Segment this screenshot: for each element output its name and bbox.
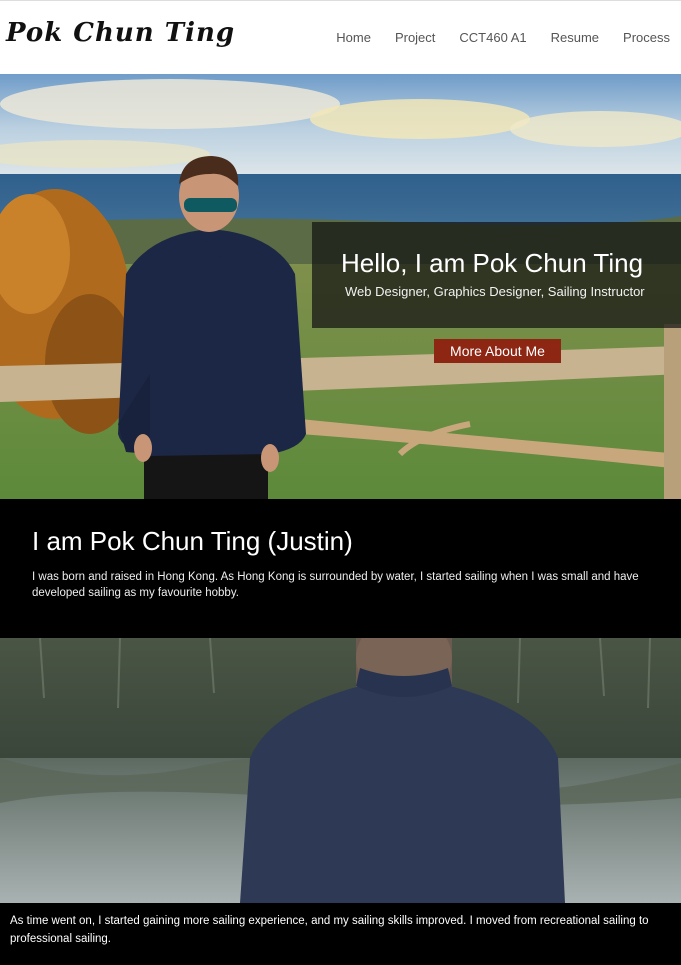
portrait-photo [0,638,681,903]
more-about-me-button[interactable]: More About Me [434,339,561,363]
nav-cct460-a1[interactable]: CCT460 A1 [459,30,526,45]
about-heading: I am Pok Chun Ting (Justin) [32,526,353,556]
nav-process[interactable]: Process [623,30,670,45]
site-logo[interactable]: Pok Chun Ting [6,18,235,48]
nav-home[interactable]: Home [336,30,371,45]
about-section: I am Pok Chun Ting (Justin) I was born a… [0,499,681,638]
nav-resume[interactable]: Resume [551,30,599,45]
hero-title: Hello, I am Pok Chun Ting [341,248,644,278]
sailing-caption-section: As time went on, I started gaining more … [0,903,681,965]
about-text: I was born and raised in Hong Kong. As H… [32,571,639,599]
sailing-photo-section [0,638,681,903]
sailing-caption-text: As time went on, I started gaining more … [10,915,649,945]
hero-subtitle: Web Designer, Graphics Designer, Sailing… [345,284,645,299]
nav-project[interactable]: Project [395,30,435,45]
main-nav: Home Project CCT460 A1 Resume Process [312,30,670,45]
site-header: Pok Chun Ting Home Project CCT460 A1 Res… [0,0,681,74]
